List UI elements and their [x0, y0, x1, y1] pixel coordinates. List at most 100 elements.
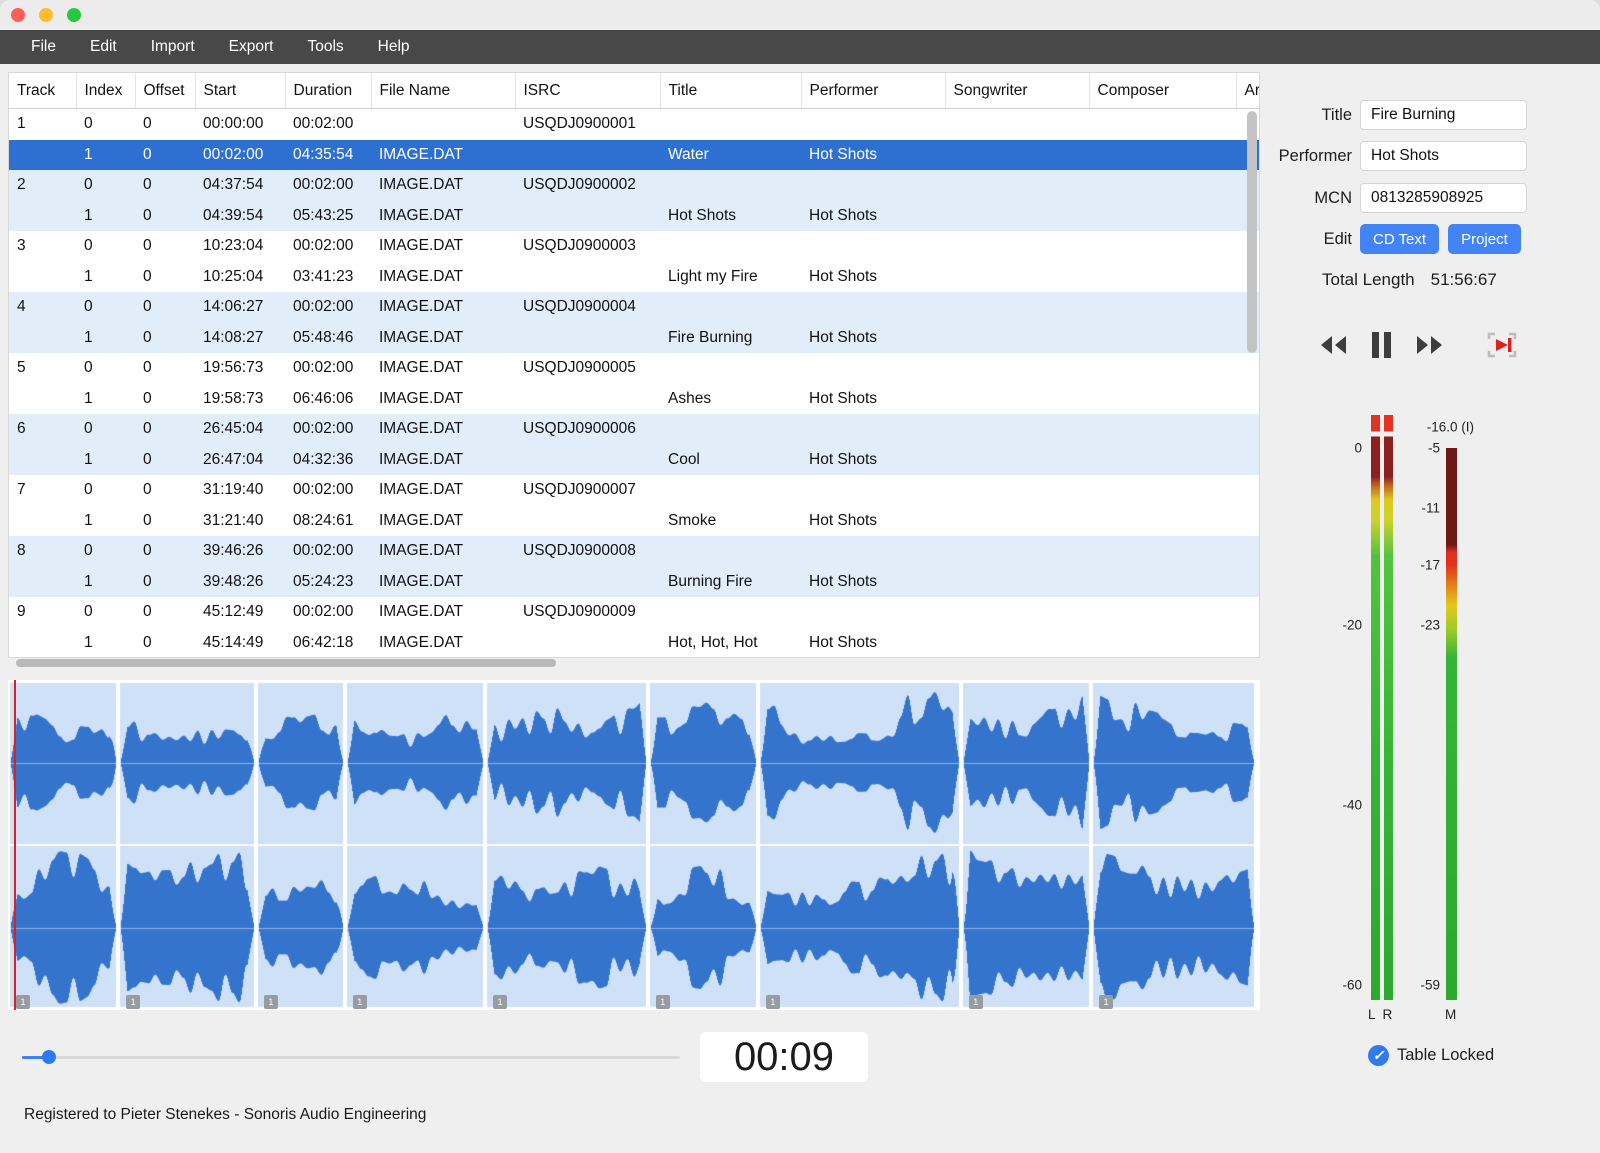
table-cell[interactable]: [801, 292, 945, 323]
table-row[interactable]: 80039:46:2600:02:00IMAGE.DATUSQDJ0900008: [9, 536, 1260, 567]
table-cell[interactable]: [371, 109, 515, 140]
table-cell[interactable]: 31:21:40: [195, 506, 285, 537]
table-cell[interactable]: [660, 475, 801, 506]
table-cell[interactable]: 0: [135, 262, 195, 293]
rewind-icon[interactable]: [1318, 334, 1348, 356]
table-cell[interactable]: 04:32:36: [285, 445, 371, 476]
table-cell[interactable]: USQDJ0900004: [515, 292, 660, 323]
table-cell[interactable]: 0: [135, 628, 195, 659]
table-cell[interactable]: 00:02:00: [285, 536, 371, 567]
table-cell[interactable]: 0: [76, 292, 135, 323]
table-cell[interactable]: [945, 170, 1089, 201]
table-cell[interactable]: Burning Fire: [660, 567, 801, 598]
table-cell[interactable]: 0: [76, 597, 135, 628]
table-cell[interactable]: 05:24:23: [285, 567, 371, 598]
table-cell[interactable]: [9, 628, 76, 659]
table-cell[interactable]: Hot Shots: [801, 628, 945, 659]
table-cell[interactable]: Hot Shots: [801, 384, 945, 415]
table-cell[interactable]: USQDJ0900009: [515, 597, 660, 628]
table-cell[interactable]: Light my Fire: [660, 262, 801, 293]
table-cell[interactable]: 0: [135, 292, 195, 323]
table-cell[interactable]: [945, 506, 1089, 537]
table-cell[interactable]: 05:48:46: [285, 323, 371, 354]
column-header-index[interactable]: Index: [76, 73, 135, 109]
zoom-window-button[interactable]: [67, 8, 81, 22]
table-cell[interactable]: 26:47:04: [195, 445, 285, 476]
table-cell[interactable]: 39:46:26: [195, 536, 285, 567]
table-cell[interactable]: [660, 170, 801, 201]
table-cell[interactable]: [1089, 201, 1236, 232]
table-cell[interactable]: [9, 445, 76, 476]
table-cell[interactable]: Smoke: [660, 506, 801, 537]
table-cell[interactable]: Water: [660, 140, 801, 171]
horizontal-scrollbar-thumb[interactable]: [16, 659, 556, 667]
table-cell[interactable]: [9, 323, 76, 354]
column-header-start[interactable]: Start: [195, 73, 285, 109]
table-cell[interactable]: [801, 170, 945, 201]
table-cell[interactable]: [801, 536, 945, 567]
table-cell[interactable]: [660, 231, 801, 262]
table-cell[interactable]: IMAGE.DAT: [371, 628, 515, 659]
table-cell[interactable]: 0: [135, 445, 195, 476]
table-cell[interactable]: 00:02:00: [285, 597, 371, 628]
table-cell[interactable]: USQDJ0900001: [515, 109, 660, 140]
table-row[interactable]: 1010:25:0403:41:23IMAGE.DATLight my Fire…: [9, 262, 1260, 293]
table-cell[interactable]: IMAGE.DAT: [371, 262, 515, 293]
table-cell[interactable]: [801, 231, 945, 262]
table-cell[interactable]: [515, 323, 660, 354]
table-cell[interactable]: [1089, 140, 1236, 171]
table-cell[interactable]: 0: [135, 323, 195, 354]
close-window-button[interactable]: [11, 8, 25, 22]
title-input[interactable]: [1360, 100, 1527, 130]
table-cell[interactable]: IMAGE.DAT: [371, 140, 515, 171]
table-row[interactable]: 30010:23:0400:02:00IMAGE.DATUSQDJ0900003: [9, 231, 1260, 262]
table-cell[interactable]: [945, 140, 1089, 171]
table-cell[interactable]: 0: [76, 231, 135, 262]
table-cell[interactable]: [515, 628, 660, 659]
menu-tools[interactable]: Tools: [290, 30, 360, 64]
table-cell[interactable]: 0: [76, 170, 135, 201]
table-cell[interactable]: 45:14:49: [195, 628, 285, 659]
table-cell[interactable]: [945, 292, 1089, 323]
table-row[interactable]: 1039:48:2605:24:23IMAGE.DATBurning FireH…: [9, 567, 1260, 598]
table-cell[interactable]: 0: [135, 475, 195, 506]
table-cell[interactable]: 0: [135, 414, 195, 445]
menu-help[interactable]: Help: [361, 30, 427, 64]
table-cell[interactable]: [801, 597, 945, 628]
waveform-display[interactable]: 111111111: [8, 680, 1260, 1010]
table-cell[interactable]: 0: [135, 140, 195, 171]
table-cell[interactable]: [9, 140, 76, 171]
table-cell[interactable]: 7: [9, 475, 76, 506]
table-cell[interactable]: [945, 567, 1089, 598]
vertical-scrollbar[interactable]: [1247, 111, 1257, 656]
table-cell[interactable]: USQDJ0900002: [515, 170, 660, 201]
table-cell[interactable]: [1089, 628, 1236, 659]
table-cell[interactable]: USQDJ0900003: [515, 231, 660, 262]
position-slider[interactable]: [14, 1050, 690, 1064]
table-cell[interactable]: Hot Shots: [801, 506, 945, 537]
menu-import[interactable]: Import: [134, 30, 212, 64]
table-cell[interactable]: [945, 628, 1089, 659]
table-cell[interactable]: [9, 384, 76, 415]
table-cell[interactable]: 03:41:23: [285, 262, 371, 293]
table-cell[interactable]: 3: [9, 231, 76, 262]
table-cell[interactable]: IMAGE.DAT: [371, 384, 515, 415]
table-cell[interactable]: 26:45:04: [195, 414, 285, 445]
table-cell[interactable]: [1089, 506, 1236, 537]
table-cell[interactable]: IMAGE.DAT: [371, 414, 515, 445]
table-locked-checkbox[interactable]: ✓: [1368, 1045, 1389, 1066]
table-cell[interactable]: 0: [135, 506, 195, 537]
table-cell[interactable]: USQDJ0900007: [515, 475, 660, 506]
table-cell[interactable]: 45:12:49: [195, 597, 285, 628]
table-cell[interactable]: 0: [135, 536, 195, 567]
table-cell[interactable]: [945, 445, 1089, 476]
table-cell[interactable]: IMAGE.DAT: [371, 475, 515, 506]
table-cell[interactable]: Hot Shots: [801, 140, 945, 171]
table-cell[interactable]: [515, 384, 660, 415]
table-cell[interactable]: 00:02:00: [285, 170, 371, 201]
table-cell[interactable]: [1089, 475, 1236, 506]
fast-forward-icon[interactable]: [1415, 334, 1445, 356]
table-cell[interactable]: [945, 536, 1089, 567]
table-cell[interactable]: 00:02:00: [285, 414, 371, 445]
column-header-songwriter[interactable]: Songwriter: [945, 73, 1089, 109]
